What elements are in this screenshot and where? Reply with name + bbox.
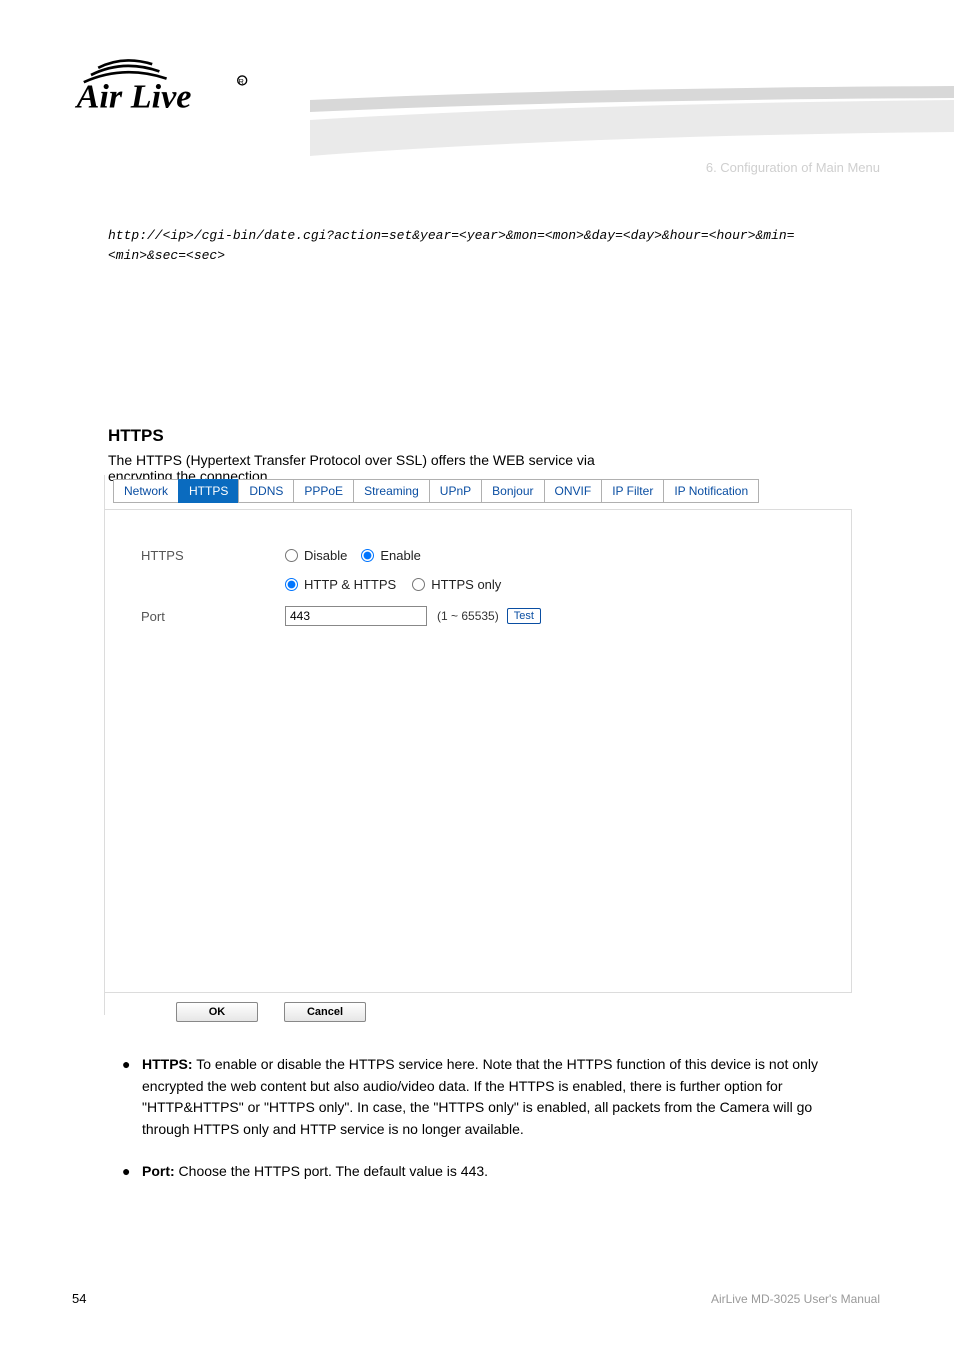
- svg-text:Air Live: Air Live: [75, 78, 192, 115]
- bullet-list: ● HTTPS: To enable or disable the HTTPS …: [108, 1054, 848, 1202]
- radio-http-and-https[interactable]: [285, 578, 298, 591]
- chapter-label: 6. Configuration of Main Menu: [706, 160, 880, 177]
- tab-network[interactable]: Network: [113, 479, 179, 503]
- tab-upnp[interactable]: UPnP: [429, 479, 482, 503]
- bullet-icon: ●: [108, 1054, 142, 1141]
- tab-ddns[interactable]: DDNS: [238, 479, 294, 503]
- radio-http-and-https-label: HTTP & HTTPS: [304, 577, 396, 592]
- radio-https-only[interactable]: [412, 578, 425, 591]
- config-panel: Network HTTPS DDNS PPPoE Streaming UPnP …: [104, 475, 852, 1015]
- port-row-label: Port: [105, 609, 285, 624]
- radio-enable-label: Enable: [380, 548, 420, 563]
- tab-streaming[interactable]: Streaming: [353, 479, 430, 503]
- tab-bonjour[interactable]: Bonjour: [481, 479, 544, 503]
- radio-disable[interactable]: [285, 549, 298, 562]
- page-number: 54: [72, 1291, 86, 1306]
- bullet-icon: ●: [108, 1161, 142, 1183]
- brand-logo: Air Live R: [72, 48, 272, 125]
- cancel-button[interactable]: Cancel: [284, 1002, 366, 1022]
- bullet-port-body: Choose the HTTPS port. The default value…: [175, 1163, 488, 1179]
- footer-manual-title: AirLive MD-3025 User's Manual: [711, 1292, 880, 1306]
- svg-text:R: R: [239, 77, 244, 86]
- test-button[interactable]: Test: [507, 608, 541, 624]
- tab-pppoe[interactable]: PPPoE: [293, 479, 354, 503]
- bullet-https-title: HTTPS:: [142, 1056, 193, 1072]
- code-example: http://<ip>/cgi-bin/date.cgi?action=set&…: [108, 226, 850, 266]
- tab-onvif[interactable]: ONVIF: [544, 479, 603, 503]
- tab-https[interactable]: HTTPS: [178, 479, 239, 503]
- radio-disable-label: Disable: [304, 548, 347, 563]
- tab-strip: Network HTTPS DDNS PPPoE Streaming UPnP …: [113, 479, 852, 503]
- radio-https-only-label: HTTPS only: [431, 577, 501, 592]
- tab-ipnotification[interactable]: IP Notification: [663, 479, 759, 503]
- panel-body: HTTPS Disable Enable HTTP & HTTPS HTTPS …: [105, 509, 852, 993]
- radio-enable[interactable]: [361, 549, 374, 562]
- section-heading: HTTPS: [108, 426, 164, 446]
- tab-ipfilter[interactable]: IP Filter: [601, 479, 664, 503]
- port-input[interactable]: [285, 606, 427, 626]
- port-hint: (1 ~ 65535): [437, 609, 499, 623]
- https-row-label: HTTPS: [105, 548, 285, 563]
- bullet-https-body: To enable or disable the HTTPS service h…: [142, 1056, 818, 1137]
- ok-button[interactable]: OK: [176, 1002, 258, 1022]
- bullet-port-title: Port:: [142, 1163, 175, 1179]
